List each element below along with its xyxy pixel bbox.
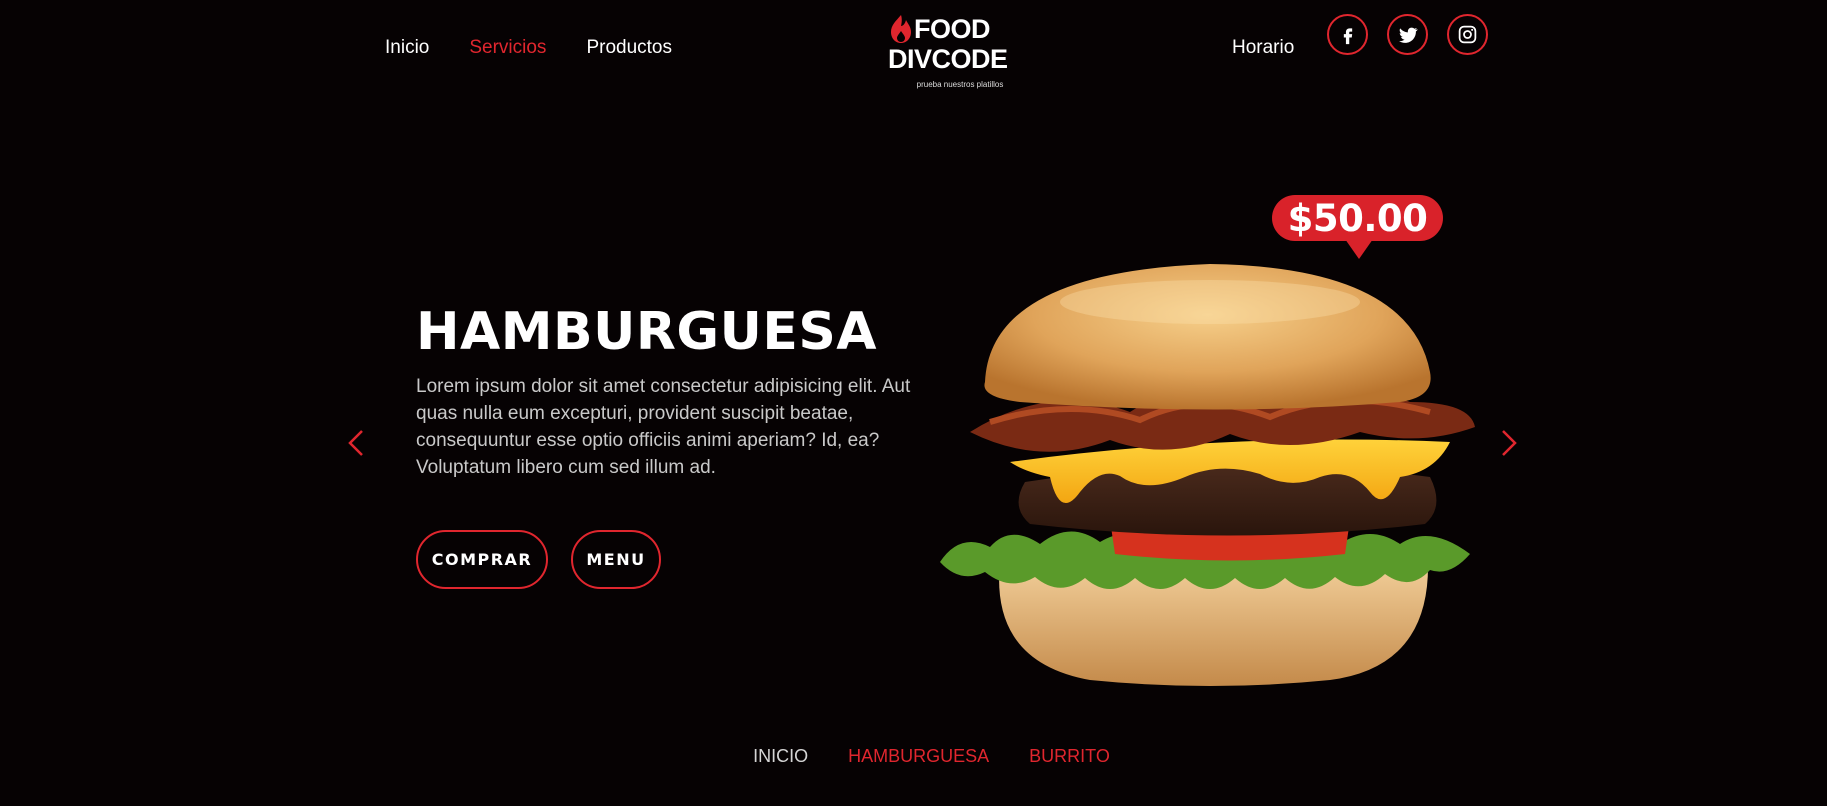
menu-button[interactable]: MENU bbox=[571, 530, 661, 589]
price-tag: $50.00 bbox=[1272, 195, 1443, 241]
main-nav: Inicio Servicios Productos bbox=[385, 37, 672, 59]
chevron-right-icon[interactable] bbox=[1497, 428, 1521, 458]
logo-line1: FOOD bbox=[914, 14, 991, 44]
facebook-icon bbox=[1343, 27, 1352, 44]
nav-horario[interactable]: Horario bbox=[1232, 37, 1294, 59]
bottom-nav: INICIO HAMBURGUESA BURRITO bbox=[0, 746, 1827, 767]
logo-tagline: prueba nuestros platillos bbox=[916, 80, 1004, 89]
twitter-icon bbox=[1398, 27, 1418, 43]
hero-description: Lorem ipsum dolor sit amet consectetur a… bbox=[416, 376, 911, 478]
instagram-button[interactable] bbox=[1447, 14, 1488, 55]
bottom-nav-hamburguesa[interactable]: HAMBURGUESA bbox=[848, 746, 989, 767]
bottom-nav-inicio[interactable]: INICIO bbox=[753, 746, 808, 767]
twitter-button[interactable] bbox=[1387, 14, 1428, 55]
hero-title: HAMBURGUESA bbox=[416, 302, 878, 362]
social-links bbox=[1327, 14, 1488, 55]
chevron-left-icon[interactable] bbox=[344, 428, 368, 458]
logo[interactable]: FOOD DIVCODE prueba nuestros platillos bbox=[888, 14, 1028, 89]
facebook-button[interactable] bbox=[1327, 14, 1368, 55]
buy-button[interactable]: COMPRAR bbox=[416, 530, 548, 589]
price-tag-pointer bbox=[1345, 239, 1373, 259]
nav-productos[interactable]: Productos bbox=[586, 37, 672, 59]
instagram-icon bbox=[1458, 25, 1477, 44]
burger-image bbox=[940, 264, 1475, 686]
flame-icon bbox=[891, 15, 911, 43]
bottom-nav-burrito[interactable]: BURRITO bbox=[1029, 746, 1110, 767]
logo-line2: DIVCODE bbox=[888, 44, 1008, 74]
page: Inicio Servicios Productos FOOD DIVCODE … bbox=[0, 0, 1827, 806]
nav-inicio[interactable]: Inicio bbox=[385, 37, 429, 59]
nav-servicios[interactable]: Servicios bbox=[469, 37, 546, 59]
